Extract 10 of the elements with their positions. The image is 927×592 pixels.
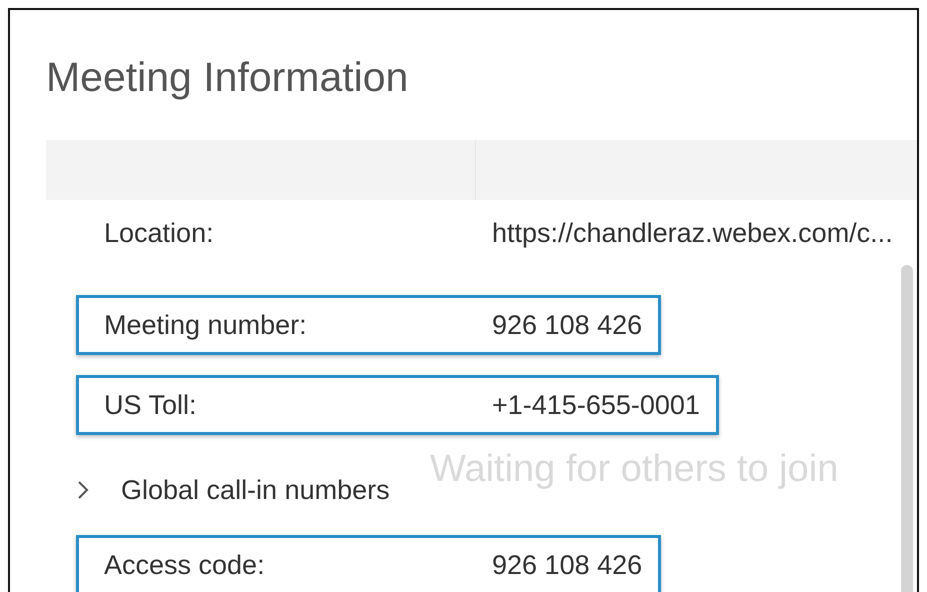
field-value: 926 108 426 <box>492 550 642 580</box>
field-value: https://chandleraz.webex.com/c... <box>492 218 893 248</box>
field-label: US Toll: <box>104 390 198 420</box>
field-label: Access code: <box>104 550 266 580</box>
window-title: Meeting Information <box>45 53 410 102</box>
field-value: +1-415-655-0001 <box>492 390 700 420</box>
expander-label[interactable]: Global call-in numbers <box>121 474 390 506</box>
field-label: Location: <box>104 218 215 248</box>
field-label: Meeting number: <box>104 310 308 340</box>
field-value: 926 108 426 <box>492 310 642 340</box>
